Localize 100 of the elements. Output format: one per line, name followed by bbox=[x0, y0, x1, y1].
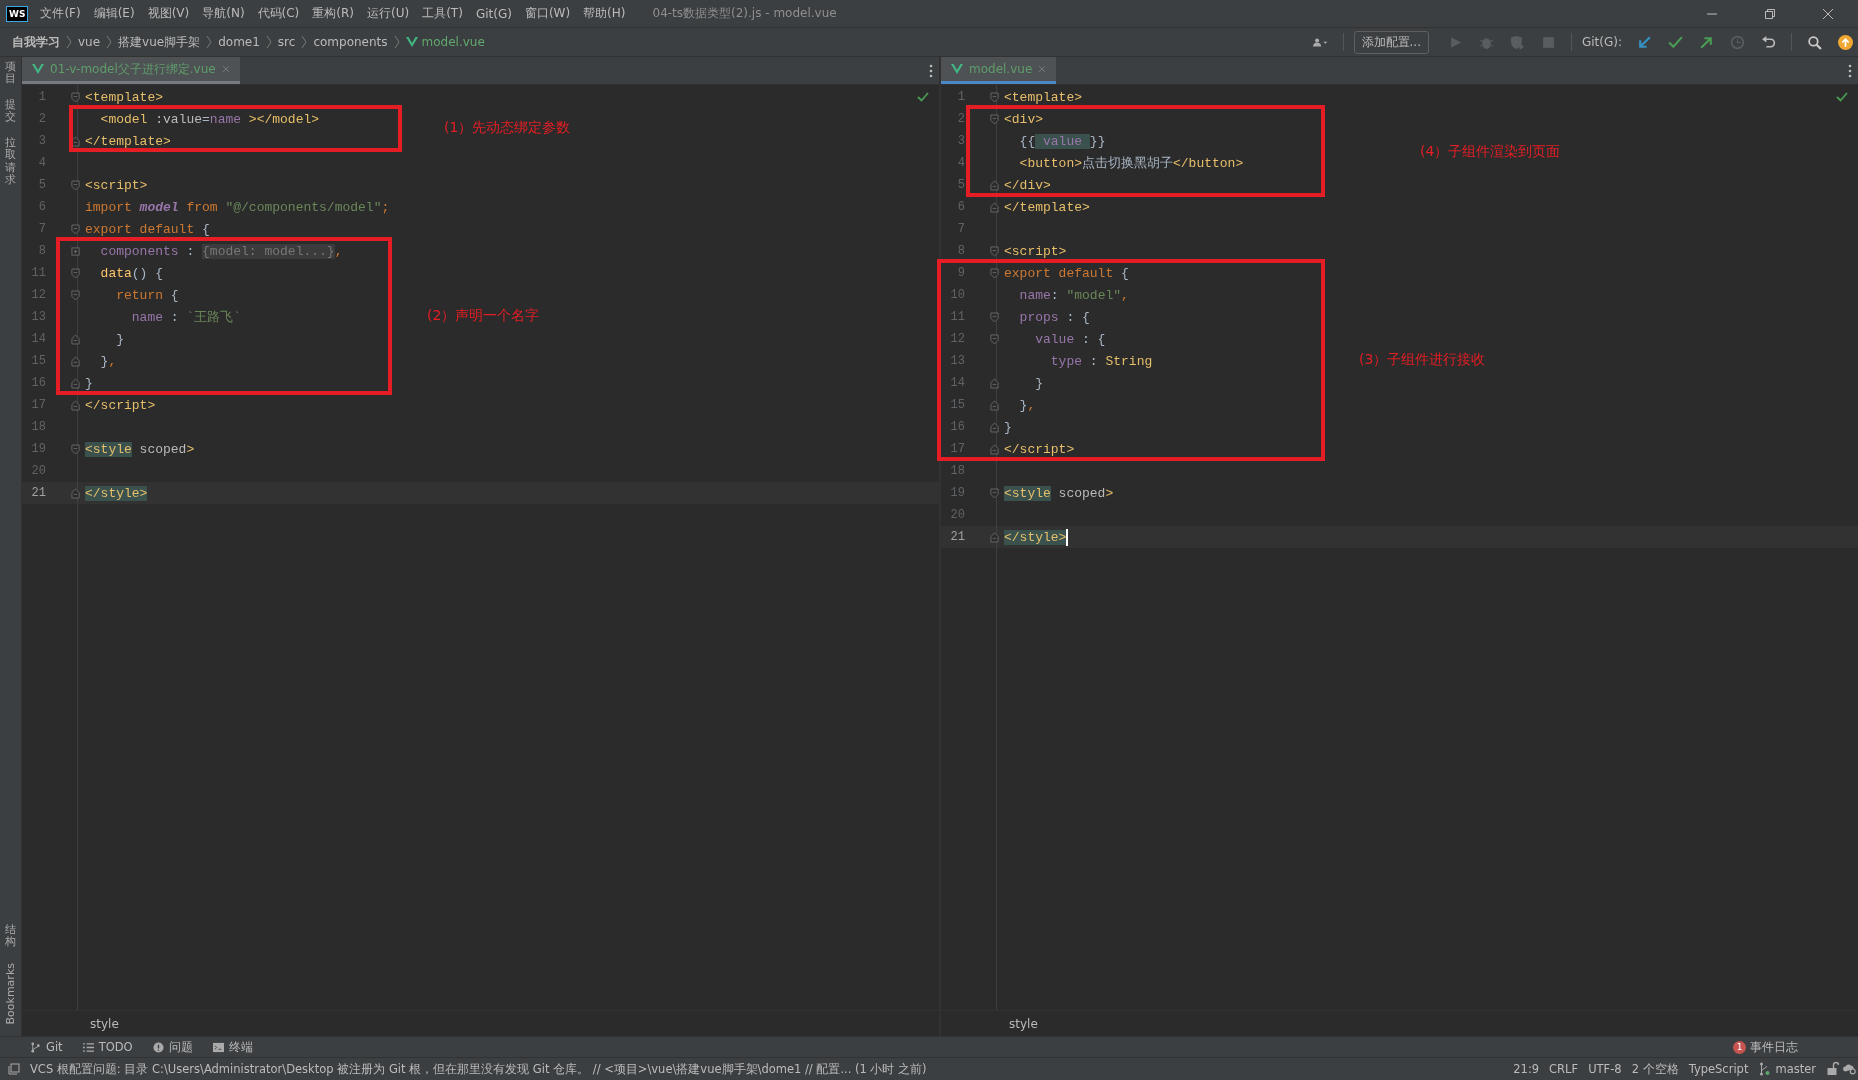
unlock-icon[interactable] bbox=[1826, 1062, 1839, 1076]
fold-marker-icon[interactable] bbox=[990, 311, 999, 323]
notification-badge: 1 bbox=[1733, 1040, 1746, 1054]
annotation-text: (1）先动态绑定参数 bbox=[444, 119, 571, 137]
file-encoding[interactable]: UTF-8 bbox=[1588, 1062, 1622, 1076]
menu-item[interactable]: 编辑(E) bbox=[93, 5, 135, 22]
tool-window-tab[interactable]: Bookmarks bbox=[4, 962, 17, 1024]
language-mode[interactable]: TypeScript bbox=[1688, 1062, 1749, 1076]
indent-setting[interactable]: 2 个空格 bbox=[1631, 1061, 1679, 1077]
breadcrumb[interactable]: style bbox=[90, 1016, 119, 1031]
fold-marker-icon[interactable] bbox=[71, 289, 80, 301]
expand-marker-icon[interactable] bbox=[71, 245, 80, 257]
add-configuration-button[interactable]: 添加配置... bbox=[1353, 30, 1429, 54]
check-icon[interactable] bbox=[1668, 34, 1683, 50]
line-number: 19 bbox=[30, 442, 46, 456]
fold-marker-icon[interactable] bbox=[990, 421, 999, 433]
tool-window-tab[interactable]: 问题 bbox=[152, 1039, 193, 1055]
tool-window-tab[interactable]: 结构 bbox=[5, 924, 16, 949]
menu-item[interactable]: 窗口(W) bbox=[524, 5, 571, 22]
search-icon[interactable] bbox=[1807, 34, 1822, 50]
fold-marker-icon[interactable] bbox=[71, 91, 80, 103]
more-icon[interactable] bbox=[1848, 63, 1852, 78]
breadcrumb[interactable]: dome1 bbox=[218, 35, 260, 49]
event-log-tab[interactable]: 事件日志 bbox=[1750, 1039, 1798, 1055]
menu-item[interactable]: 工具(T) bbox=[422, 5, 463, 22]
fold-marker-icon[interactable] bbox=[990, 201, 999, 213]
fold-marker-icon[interactable] bbox=[990, 443, 999, 455]
line-number: 13 bbox=[949, 354, 965, 368]
tool-window-tab[interactable]: TODO bbox=[82, 1040, 133, 1054]
tool-window-tab[interactable]: 终端 bbox=[212, 1039, 253, 1055]
fold-marker-icon[interactable] bbox=[990, 399, 999, 411]
cloud-gear-icon[interactable] bbox=[1843, 1062, 1856, 1076]
code-line: </script> bbox=[85, 397, 156, 413]
tool-window-tab[interactable]: 提交 bbox=[5, 99, 16, 124]
more-icon[interactable] bbox=[929, 63, 933, 78]
fold-marker-icon[interactable] bbox=[990, 487, 999, 499]
menu-item[interactable]: 导航(N) bbox=[202, 5, 245, 22]
fold-marker-icon[interactable] bbox=[71, 355, 80, 367]
tool-window-tab[interactable]: Git bbox=[30, 1040, 63, 1054]
line-number: 1 bbox=[37, 90, 46, 104]
fold-marker-icon[interactable] bbox=[71, 399, 80, 411]
fold-marker-icon[interactable] bbox=[71, 333, 80, 345]
fold-marker-icon[interactable] bbox=[990, 179, 999, 191]
fold-marker-icon[interactable] bbox=[990, 333, 999, 345]
menu-item[interactable]: 重构(R) bbox=[312, 5, 354, 22]
menu-item[interactable]: 帮助(H) bbox=[583, 5, 626, 22]
line-separator[interactable]: CRLF bbox=[1549, 1062, 1579, 1076]
code-line: } bbox=[1034, 375, 1043, 391]
fold-marker-icon[interactable] bbox=[71, 135, 80, 147]
breadcrumb[interactable]: src bbox=[277, 35, 296, 49]
menu-item[interactable]: 代码(C) bbox=[257, 5, 300, 22]
fold-marker-icon[interactable] bbox=[990, 531, 999, 543]
breadcrumb[interactable]: style bbox=[1009, 1016, 1038, 1031]
line-number: 12 bbox=[30, 288, 46, 302]
line-number: 7 bbox=[37, 222, 46, 236]
menu-item[interactable]: 文件(F) bbox=[40, 5, 81, 22]
shield-run-icon[interactable] bbox=[1509, 34, 1525, 50]
tool-window-tab[interactable]: 项目 bbox=[5, 61, 16, 86]
undo-icon[interactable] bbox=[1761, 34, 1776, 50]
fold-marker-icon[interactable] bbox=[990, 267, 999, 279]
fold-marker-icon[interactable] bbox=[71, 443, 80, 455]
restore-icon[interactable] bbox=[1764, 7, 1776, 20]
git-branch[interactable]: master bbox=[1775, 1062, 1816, 1076]
breadcrumb[interactable]: 搭建vue脚手架 bbox=[118, 33, 201, 51]
breadcrumb[interactable]: vue bbox=[78, 35, 101, 49]
fold-marker-icon[interactable] bbox=[990, 91, 999, 103]
code-line: name : `王路飞` bbox=[130, 308, 242, 326]
update-arrow-icon[interactable] bbox=[1637, 34, 1652, 50]
breadcrumb[interactable]: 自我学习 bbox=[12, 33, 60, 51]
line-number: 4 bbox=[956, 156, 965, 170]
fold-marker-icon[interactable] bbox=[71, 487, 80, 499]
line-number: 18 bbox=[30, 420, 46, 434]
fold-marker-icon[interactable] bbox=[990, 245, 999, 257]
line-number: 10 bbox=[949, 288, 965, 302]
line-number: 5 bbox=[956, 178, 965, 192]
close-icon[interactable] bbox=[1822, 7, 1834, 20]
menu-item[interactable]: 运行(U) bbox=[367, 5, 410, 22]
clock-icon[interactable] bbox=[1730, 34, 1745, 50]
menu-item[interactable]: Git(G) bbox=[475, 6, 512, 21]
fold-marker-icon[interactable] bbox=[71, 223, 80, 235]
panel-toggle-icon[interactable] bbox=[8, 1063, 20, 1075]
fold-marker-icon[interactable] bbox=[71, 179, 80, 191]
fold-marker-icon[interactable] bbox=[990, 113, 999, 125]
menu-item[interactable]: 视图(V) bbox=[147, 5, 190, 22]
breadcrumb[interactable]: components bbox=[313, 35, 388, 49]
status-message[interactable]: VCS 根配置问题: 目录 C:\Users\Administrator\Desktop 被注册为 Git 根，但在那里没有发现 Git 仓库。 // <项目>\vue\搭建vue脚手架\dome1 // 配置... (1 小时 之前) bbox=[30, 1061, 927, 1077]
fold-marker-icon[interactable] bbox=[71, 377, 80, 389]
breadcrumb[interactable]: model.vue bbox=[421, 35, 485, 49]
line-number: 18 bbox=[949, 464, 965, 478]
tool-window-tab[interactable]: 拉取请求 bbox=[5, 137, 16, 186]
push-arrow-icon[interactable] bbox=[1699, 34, 1714, 50]
cursor-position[interactable]: 21:9 bbox=[1513, 1062, 1540, 1076]
update-icon[interactable] bbox=[1838, 34, 1853, 50]
check-icon bbox=[917, 92, 929, 102]
fold-marker-icon[interactable] bbox=[71, 267, 80, 279]
line-number: 3 bbox=[37, 134, 46, 148]
branch-icon bbox=[1758, 1062, 1772, 1076]
code-line: <script> bbox=[85, 177, 148, 193]
fold-marker-icon[interactable] bbox=[990, 377, 999, 389]
stop-icon[interactable] bbox=[1540, 34, 1556, 50]
